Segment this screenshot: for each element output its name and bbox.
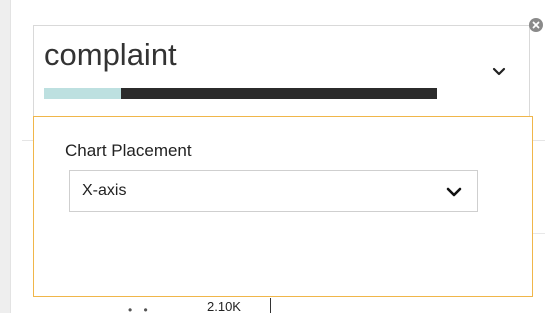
chevron-down-icon[interactable]: [491, 64, 507, 80]
chart-placement-select[interactable]: X-axis: [69, 170, 478, 212]
remove-field-button[interactable]: [529, 18, 543, 32]
close-icon: [532, 21, 540, 29]
left-rail-divider: [10, 0, 11, 313]
left-rail: [0, 0, 10, 313]
chart-placement-panel: Chart Placement X-axis: [33, 116, 533, 297]
chart-placement-label: Chart Placement: [65, 141, 192, 160]
field-card: complaint: [33, 25, 530, 117]
background-axis-tick-label: 2.10K: [207, 299, 241, 314]
background-axis-marker: • •: [128, 303, 152, 317]
chevron-down-icon: [445, 183, 463, 201]
field-distribution-bar-fill: [44, 88, 121, 99]
field-title: complaint: [44, 37, 177, 72]
background-axis-line: [270, 298, 271, 313]
chart-placement-value: X-axis: [82, 182, 127, 199]
field-distribution-bar: [44, 88, 437, 99]
